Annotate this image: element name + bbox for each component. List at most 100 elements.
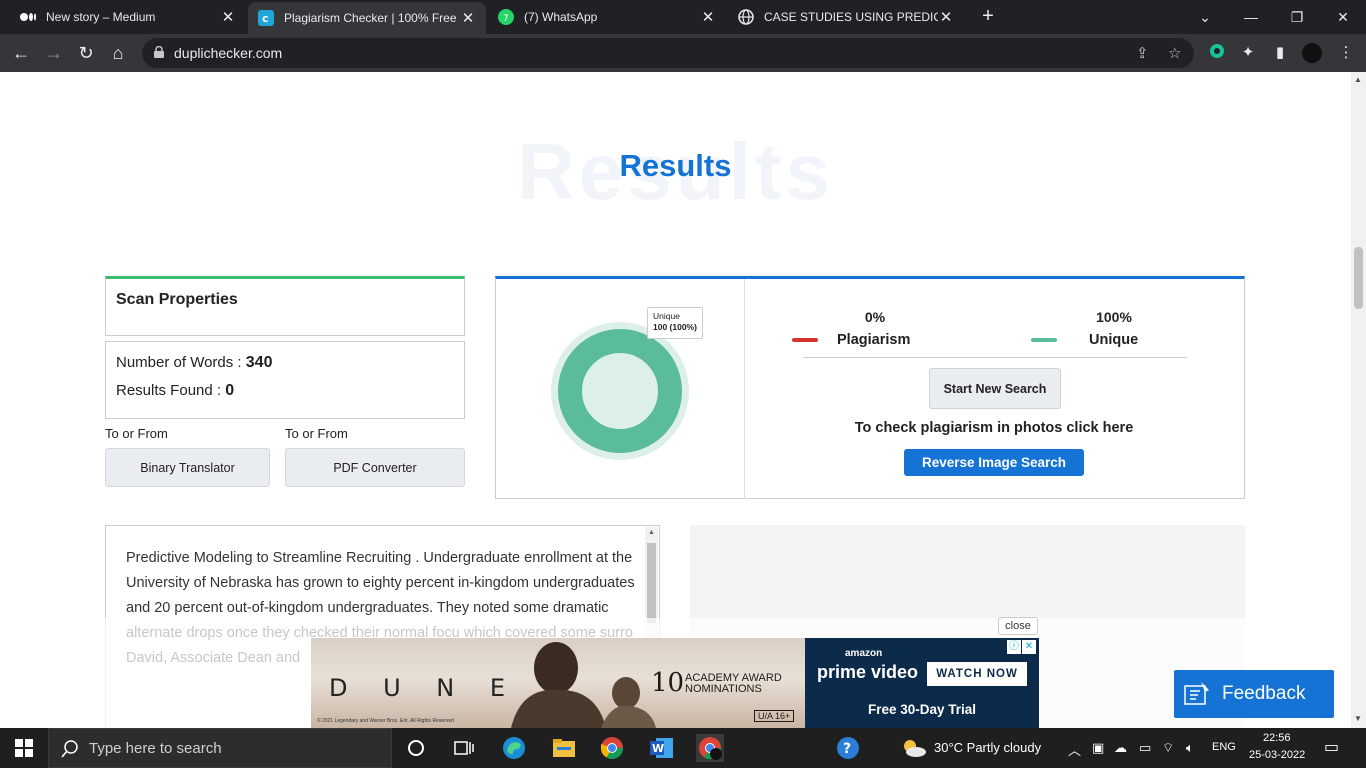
grammarly-extension-icon[interactable] [1207,43,1227,63]
cortana-icon[interactable] [402,734,430,762]
menu-kebab-icon[interactable]: ⋮ [1336,43,1356,63]
scroll-down-arrow-icon[interactable]: ▼ [1354,714,1362,723]
adchoices-icon[interactable]: ⓘ [1007,640,1021,654]
start-new-search-button[interactable]: Start New Search [929,368,1061,409]
tab-medium[interactable]: New story – Medium ✕ [10,0,246,34]
back-icon[interactable]: ← [10,42,32,64]
word-icon[interactable]: W [648,734,676,762]
scan-properties-heading: Scan Properties [116,291,238,308]
home-icon[interactable]: ⌂ [107,42,129,64]
clock-date[interactable]: 25-03-2022 [1249,749,1305,761]
page-content: Results Results Scan Properties Number o… [0,72,1351,728]
file-explorer-icon[interactable] [550,734,578,762]
windows-start-icon[interactable] [10,734,38,762]
ad-fine-print: © 2021 Legendary and Warner Bros. Ent. A… [317,718,454,724]
feedback-icon [1184,682,1209,705]
photos-check-text: To check plagiarism in photos click here [854,420,1134,436]
address-bar[interactable]: duplichecker.com ⇪ ☆ [142,38,1194,68]
side-panel-icon[interactable]: ▮ [1270,43,1290,63]
show-hidden-icons-icon[interactable]: ︿ [1068,740,1081,759]
help-icon[interactable]: ? [834,734,862,762]
browser-toolbar: ← → ↻ ⌂ duplichecker.com ⇪ ☆ ✦ ▮ ⋮ [0,34,1366,72]
ad-rating: U/A 16+ [754,710,795,722]
notification-center-icon[interactable]: ▭ [1324,737,1339,757]
new-tab-button[interactable]: + [978,6,998,26]
language-indicator[interactable]: ENG [1212,741,1236,753]
ad-watch-now-button[interactable]: WATCH NOW [927,662,1027,686]
close-icon[interactable]: ✕ [220,8,236,26]
converter-caption: To or From [105,426,168,441]
onedrive-cloud-icon[interactable]: ☁ [1114,740,1127,756]
wifi-icon[interactable]: ⌔ [1162,740,1174,756]
tab-search-icon[interactable]: ⌄ [1182,0,1228,34]
scroll-up-arrow-icon[interactable]: ▲ [648,529,655,536]
close-window-button[interactable]: ✕ [1320,0,1366,34]
share-icon[interactable]: ⇪ [1136,44,1149,62]
results-found-label: Results Found : [116,382,222,399]
ad-trial-text: Free 30-Day Trial [867,702,977,717]
close-icon[interactable]: ✕ [700,8,716,26]
tab-strip: New story – Medium ✕ c Plagiarism Checke… [0,0,1366,34]
scroll-up-arrow-icon[interactable]: ▲ [1354,75,1362,84]
close-icon[interactable]: ✕ [938,8,954,26]
ad-brand: prime video [817,662,919,682]
battery-icon[interactable]: ▭ [1139,740,1151,756]
plagiarism-percent: 0% [864,309,886,325]
minimize-button[interactable]: — [1228,0,1274,34]
bookmark-star-icon[interactable]: ☆ [1168,44,1181,62]
meet-now-icon[interactable]: ▣ [1092,740,1104,756]
task-view-icon[interactable] [450,734,478,762]
binary-translator-button[interactable]: Binary Translator [105,448,270,487]
taskbar-search-box[interactable]: Type here to search [48,728,392,768]
tab-case-studies[interactable]: CASE STUDIES USING PREDICTIV ✕ [728,0,964,34]
extensions-icon[interactable]: ✦ [1238,43,1258,63]
tab-plagiarism-checker[interactable]: c Plagiarism Checker | 100% Free a ✕ [248,2,486,34]
windows-taskbar: Type here to search W ? 30°C Partly clou… [0,728,1366,768]
forward-icon[interactable]: → [43,42,65,64]
ad-brand-top: amazon [845,648,883,659]
tooltip-label: Unique [653,311,680,321]
profile-avatar[interactable] [1302,43,1322,63]
tab-title: Plagiarism Checker | 100% Free a [284,11,460,25]
close-icon[interactable]: ✕ [460,9,476,27]
ad-award-number: 10 [651,668,685,698]
panel-divider [744,279,745,499]
weather-partly-cloudy-icon[interactable] [900,734,928,762]
page-scrollbar[interactable]: ▲ ▼ [1351,72,1366,728]
ad-movie-title: D U N E [329,674,520,702]
results-panel: Unique 100 (100%) 0% Plagiarism 100% Uni… [495,276,1245,499]
taskbar-search-placeholder: Type here to search [89,740,222,757]
results-found-value: 0 [225,382,235,399]
ad-dismiss-icon[interactable]: ✕ [1022,640,1036,654]
search-icon [61,740,78,758]
ad-close-button[interactable]: close [998,617,1038,635]
chrome-active-icon[interactable] [696,734,724,762]
word-count-label: Number of Words : [116,354,242,371]
restore-button[interactable]: ❐ [1274,0,1320,34]
tab-whatsapp[interactable]: 7 (7) WhatsApp ✕ [488,0,726,34]
url-text: duplichecker.com [174,45,283,61]
clock-time[interactable]: 22:56 [1263,732,1291,744]
unique-legend-swatch [1031,338,1057,342]
textbox-scroll-thumb[interactable] [647,543,656,623]
page-scroll-thumb[interactable] [1354,247,1363,309]
results-found-row: Results Found : 0 [116,382,234,400]
globe-icon [738,9,754,25]
weather-text[interactable]: 30°C Partly cloudy [934,740,1041,755]
ad-award-line-2: NOMINATIONS [685,683,762,695]
medium-icon [20,9,36,25]
feedback-label: Feedback [1222,683,1306,704]
scan-properties-panel: Number of Words : 340 Results Found : 0 [105,341,465,419]
reload-icon[interactable]: ↻ [75,42,97,64]
edge-icon[interactable] [500,734,528,762]
reverse-image-search-button[interactable]: Reverse Image Search [904,449,1084,476]
feedback-button[interactable]: Feedback [1174,670,1334,718]
converter-caption: To or From [285,426,348,441]
unique-label: Unique [1089,332,1139,348]
advertisement-banner[interactable]: D U N E 10 ACADEMY AWARD NOMINATIONS U/A… [311,638,1039,728]
pdf-converter-button[interactable]: PDF Converter [285,448,465,487]
chrome-icon[interactable] [598,734,626,762]
scan-properties-header: Scan Properties [105,276,465,336]
volume-icon[interactable]: 🔈︎ [1186,740,1194,756]
lock-icon [154,46,164,58]
